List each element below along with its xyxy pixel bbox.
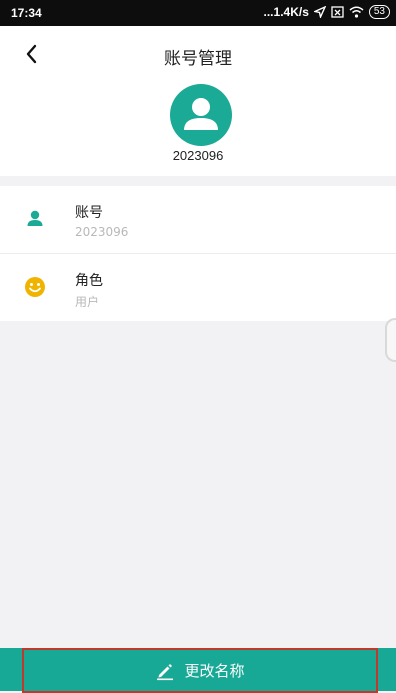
rename-button-label: 更改名称: [184, 662, 245, 680]
person-icon: [184, 98, 218, 130]
list-item-account: 账号 2023096: [0, 186, 396, 254]
status-bar: 17:34 ...1.4K/s 53: [0, 0, 396, 26]
row-label: 角色: [75, 273, 103, 289]
status-icons: ...1.4K/s 53: [264, 5, 390, 19]
battery-icon: 53: [368, 5, 390, 19]
pencil-icon: [157, 663, 174, 680]
account-info-list: 账号 2023096 角色 用户: [0, 186, 396, 321]
network-speed: ...1.4K/s: [263, 5, 309, 19]
wifi-icon: [349, 6, 364, 18]
page-title: 账号管理: [164, 49, 232, 69]
profile-header: 账号管理 2023096: [0, 26, 396, 176]
location-icon: [313, 6, 326, 18]
row-value: 2023096: [75, 225, 129, 239]
person-icon: [24, 208, 46, 230]
avatar[interactable]: [170, 84, 232, 146]
no-sim-icon: [331, 6, 344, 18]
smiley-icon: [24, 276, 46, 298]
username: 2023096: [172, 148, 224, 163]
row-value: 用户: [75, 295, 100, 309]
rename-button[interactable]: 更改名称: [22, 648, 378, 693]
status-time: 17:34: [11, 6, 42, 20]
floating-side-handle[interactable]: [385, 318, 396, 362]
list-item-role: 角色 用户: [0, 254, 396, 321]
row-label: 账号: [75, 205, 103, 221]
bottom-bar: 更改名称: [0, 648, 396, 693]
